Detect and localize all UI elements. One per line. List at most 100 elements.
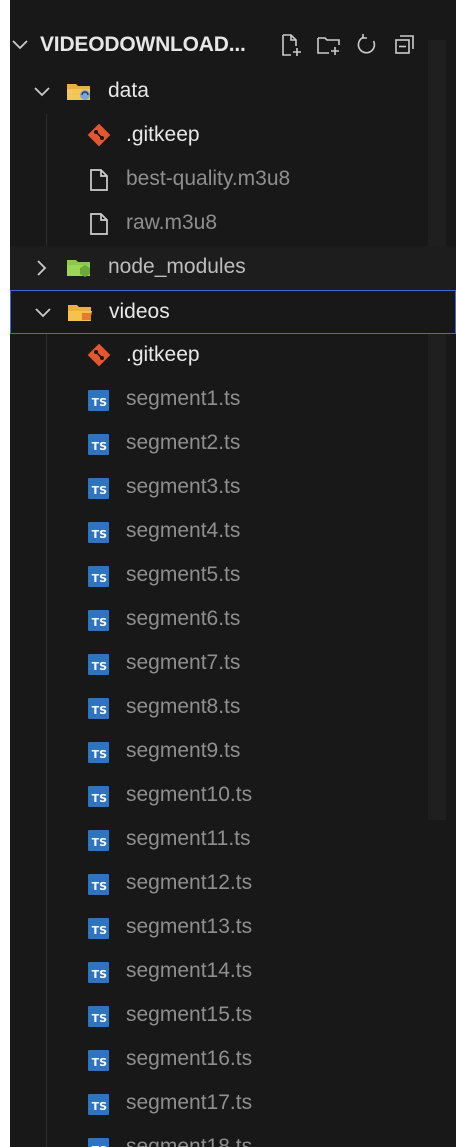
file-segment7-ts[interactable]: TS segment7.ts: [10, 642, 456, 686]
new-file-icon[interactable]: [278, 32, 304, 58]
file-segment1-ts[interactable]: TS segment1.ts: [10, 378, 456, 422]
file-segment12-ts[interactable]: TS segment12.ts: [10, 862, 456, 906]
typescript-icon: TS: [88, 610, 109, 631]
folder-data[interactable]: data: [10, 70, 456, 114]
ts-badge-text: TS: [91, 616, 107, 629]
typescript-icon: TS: [88, 1138, 109, 1147]
folder-label: videos: [109, 300, 170, 323]
ts-badge-text: TS: [91, 396, 107, 409]
ts-badge-text: TS: [91, 528, 107, 541]
workspace-title[interactable]: VIDEODOWNLOAD...: [40, 33, 246, 57]
folder-node-modules[interactable]: node_modules: [10, 246, 456, 290]
typescript-icon: TS: [88, 434, 109, 455]
file-raw-m3u8[interactable]: raw.m3u8: [10, 202, 456, 246]
file-label: segment5.ts: [126, 563, 241, 586]
file-segment18-ts[interactable]: TS segment18.ts: [10, 1126, 456, 1147]
file-segment10-ts[interactable]: TS segment10.ts: [10, 774, 456, 818]
typescript-icon: TS: [88, 478, 109, 499]
ts-badge-text: TS: [91, 572, 107, 585]
file-segment17-ts[interactable]: TS segment17.ts: [10, 1082, 456, 1126]
ts-badge-text: TS: [91, 1056, 107, 1069]
chevron-down-icon[interactable]: [32, 82, 52, 102]
file-label: segment18.ts: [126, 1135, 253, 1147]
typescript-icon: TS: [88, 390, 109, 411]
ts-badge-text: TS: [91, 924, 107, 937]
typescript-icon: TS: [88, 786, 109, 807]
file-label: segment16.ts: [126, 1047, 253, 1070]
file-label: segment14.ts: [126, 959, 253, 982]
refresh-icon[interactable]: [354, 32, 380, 58]
ts-badge-text: TS: [91, 968, 107, 981]
typescript-icon: TS: [88, 698, 109, 719]
file-label: best-quality.m3u8: [126, 167, 291, 190]
new-folder-icon[interactable]: [316, 32, 342, 58]
ts-badge-text: TS: [91, 1012, 107, 1025]
git-icon: [87, 124, 111, 147]
ts-badge-text: TS: [91, 880, 107, 893]
folder-videos[interactable]: videos: [10, 290, 456, 334]
file-label: segment15.ts: [126, 1003, 253, 1026]
file-segment15-ts[interactable]: TS segment15.ts: [10, 994, 456, 1038]
typescript-icon: TS: [88, 1050, 109, 1071]
file-label: segment4.ts: [126, 519, 241, 542]
file-label: segment9.ts: [126, 739, 241, 762]
typescript-icon: TS: [88, 654, 109, 675]
file-segment2-ts[interactable]: TS segment2.ts: [10, 422, 456, 466]
videos-folder-icon: [68, 305, 92, 321]
typescript-icon: TS: [88, 962, 109, 983]
file-segment6-ts[interactable]: TS segment6.ts: [10, 598, 456, 642]
file-icon: [90, 169, 108, 191]
file-segment16-ts[interactable]: TS segment16.ts: [10, 1038, 456, 1082]
chevron-right-icon[interactable]: [32, 258, 52, 278]
ts-badge-text: TS: [91, 1100, 107, 1113]
file-label: segment1.ts: [126, 387, 241, 410]
file-gitkeep[interactable]: .gitkeep: [10, 114, 456, 158]
ts-badge-text: TS: [91, 792, 107, 805]
typescript-icon: TS: [88, 874, 109, 895]
file-icon: [90, 213, 108, 235]
file-label: segment3.ts: [126, 475, 241, 498]
file-segment4-ts[interactable]: TS segment4.ts: [10, 510, 456, 554]
typescript-icon: TS: [88, 522, 109, 543]
node-folder-icon: [67, 260, 90, 277]
typescript-icon: TS: [88, 566, 109, 587]
file-label: segment7.ts: [126, 651, 241, 674]
folder-label: data: [108, 79, 149, 102]
typescript-icon: TS: [88, 1094, 109, 1115]
ts-badge-text: TS: [91, 704, 107, 717]
file-segment3-ts[interactable]: TS segment3.ts: [10, 466, 456, 510]
file-best-quality-m3u8[interactable]: best-quality.m3u8: [10, 158, 456, 202]
git-icon: [87, 344, 111, 367]
file-label: segment2.ts: [126, 431, 241, 454]
folder-label: node_modules: [108, 255, 246, 278]
file-segment8-ts[interactable]: TS segment8.ts: [10, 686, 456, 730]
file-segment11-ts[interactable]: TS segment11.ts: [10, 818, 456, 862]
file-label: segment11.ts: [126, 827, 251, 850]
ts-badge-text: TS: [91, 484, 107, 497]
file-label: .gitkeep: [126, 343, 200, 366]
typescript-icon: TS: [88, 1006, 109, 1027]
chevron-down-icon[interactable]: [10, 35, 30, 55]
file-label: segment10.ts: [126, 783, 253, 806]
typescript-icon: TS: [88, 918, 109, 939]
file-segment5-ts[interactable]: TS segment5.ts: [10, 554, 456, 598]
file-segment14-ts[interactable]: TS segment14.ts: [10, 950, 456, 994]
file-label: segment13.ts: [126, 915, 253, 938]
collapse-all-icon[interactable]: [392, 32, 418, 58]
ts-badge-text: TS: [91, 748, 107, 761]
ts-badge-text: TS: [91, 660, 107, 673]
ts-badge-text: TS: [91, 836, 107, 849]
file-label: segment6.ts: [126, 607, 241, 630]
typescript-icon: TS: [88, 830, 109, 851]
file-gitkeep[interactable]: .gitkeep: [10, 334, 456, 378]
file-segment9-ts[interactable]: TS segment9.ts: [10, 730, 456, 774]
file-explorer: VIDEODOWNLOAD... data .gitkeep best-qualit…: [10, 0, 456, 1147]
ts-badge-text: TS: [91, 440, 107, 453]
file-label: raw.m3u8: [126, 211, 218, 234]
chevron-down-icon[interactable]: [33, 303, 53, 323]
file-segment13-ts[interactable]: TS segment13.ts: [10, 906, 456, 950]
file-label: .gitkeep: [126, 123, 200, 146]
explorer-header[interactable]: VIDEODOWNLOAD...: [10, 20, 456, 70]
data-folder-icon: [67, 84, 90, 100]
file-label: segment17.ts: [126, 1091, 253, 1114]
